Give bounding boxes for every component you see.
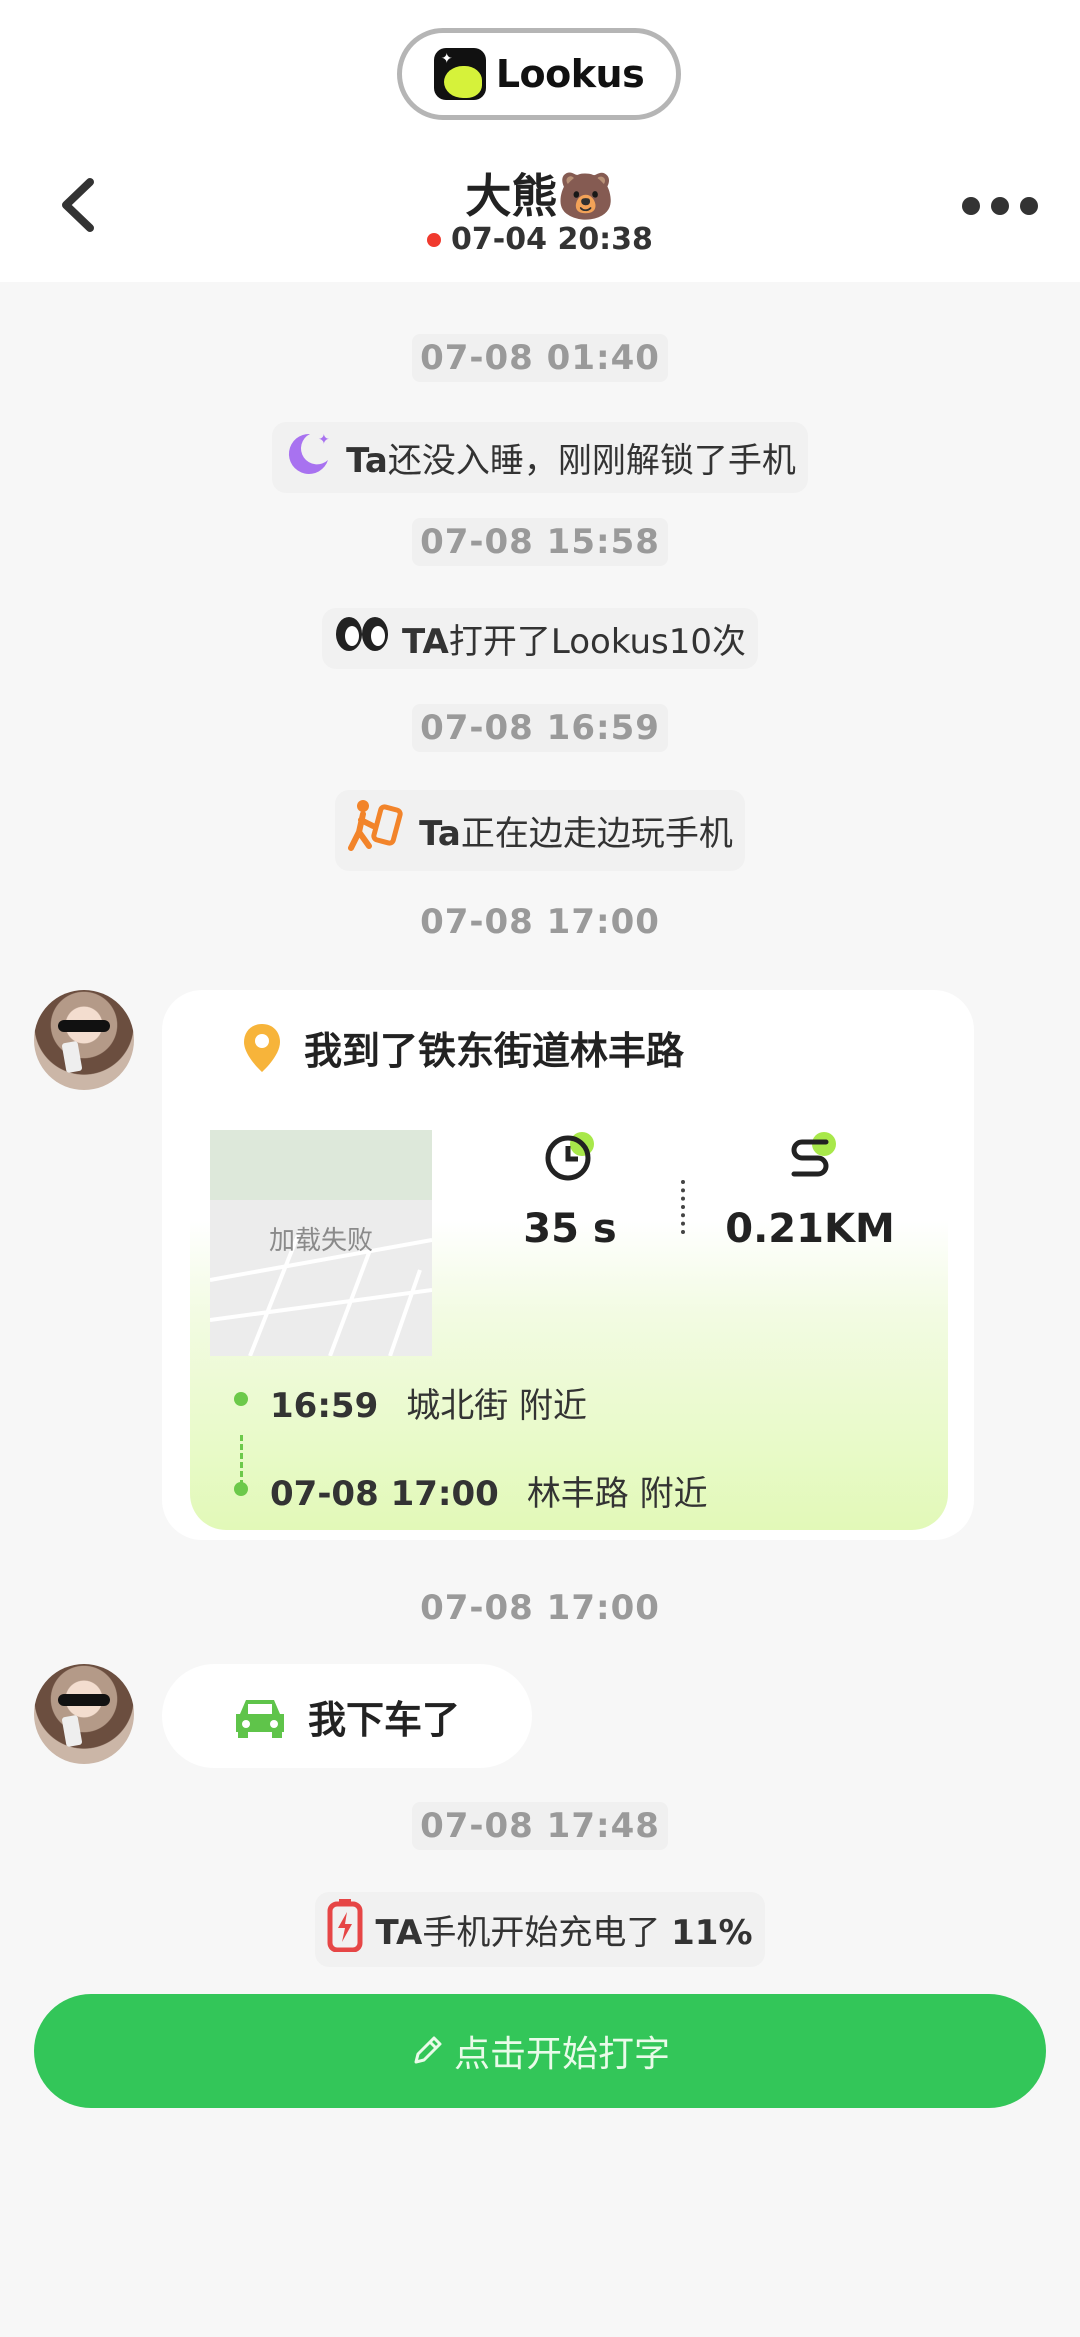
status-dot	[427, 232, 442, 247]
event-charging: TA手机开始充电了 11%	[0, 1892, 1080, 1967]
route-end: 07-08 17:00 林丰路 附近	[270, 1474, 708, 1514]
start-dot	[234, 1392, 248, 1406]
battery-charging-icon	[327, 1898, 363, 1961]
end-dot	[234, 1482, 248, 1496]
start-typing-button[interactable]: 点击开始打字	[34, 1994, 1046, 2108]
event-walking: Ta正在边走边玩手机	[0, 790, 1080, 871]
pencil-icon	[414, 2036, 442, 2064]
timestamp: 07-08 17:00	[420, 902, 660, 942]
moon-icon: ✦	[284, 428, 334, 487]
contact-name: 大熊🐻	[465, 169, 615, 223]
brand-name: Lookus	[495, 52, 645, 96]
message-bubble[interactable]: 我下车了	[162, 1664, 532, 1768]
timestamp: 07-08 01:40	[0, 334, 1080, 382]
route-icon	[791, 1132, 836, 1177]
distance-stat: 0.21KM	[710, 1130, 910, 1252]
location-pin-icon	[244, 1023, 280, 1072]
clock-icon	[545, 1132, 594, 1181]
brand-badge[interactable]: ✦ Lookus	[397, 28, 681, 120]
map-load-failed: 加载失败	[268, 1226, 373, 1256]
timestamp: 07-08 17:48	[0, 1802, 1080, 1850]
more-options-icon[interactable]	[962, 194, 1038, 218]
lookus-logo-icon: ✦	[433, 48, 486, 100]
duration-stat: 35 s	[490, 1130, 650, 1252]
car-icon	[236, 1700, 284, 1738]
route-summary: 加载失败 35 s 0.21KM 16:59 城北街 附近 07-08 17:00…	[190, 1100, 948, 1530]
last-seen-time: 07-04 20:38	[451, 222, 653, 257]
route-start: 16:59 城北街 附近	[270, 1386, 588, 1426]
timestamp: 07-08 17:00	[420, 1588, 660, 1628]
timestamp: 07-08 15:58	[0, 518, 1080, 566]
last-seen: 07-04 20:38	[0, 222, 1080, 257]
event-opened-app: TA打开了Lookus10次	[0, 608, 1080, 669]
location-title: 我到了铁东街道林丰路	[242, 1020, 684, 1075]
avatar[interactable]	[34, 1664, 134, 1764]
eyes-icon	[334, 614, 390, 663]
header: ✦ Lookus 大熊🐻 07-04 20:38	[0, 0, 1080, 282]
svg-text:✦: ✦	[318, 432, 330, 448]
map-thumbnail[interactable]: 加载失败	[210, 1130, 432, 1356]
avatar[interactable]	[34, 990, 134, 1090]
event-sleep: ✦ Ta还没入睡，刚刚解锁了手机	[0, 422, 1080, 493]
timestamp: 07-08 16:59	[0, 704, 1080, 752]
stat-divider	[681, 1180, 685, 1234]
location-card[interactable]: 我到了铁东街道林丰路 加载失败 35 s 0.21KM 16:59 城北街 附近 …	[162, 990, 974, 1540]
walking-phone-icon	[347, 796, 407, 865]
